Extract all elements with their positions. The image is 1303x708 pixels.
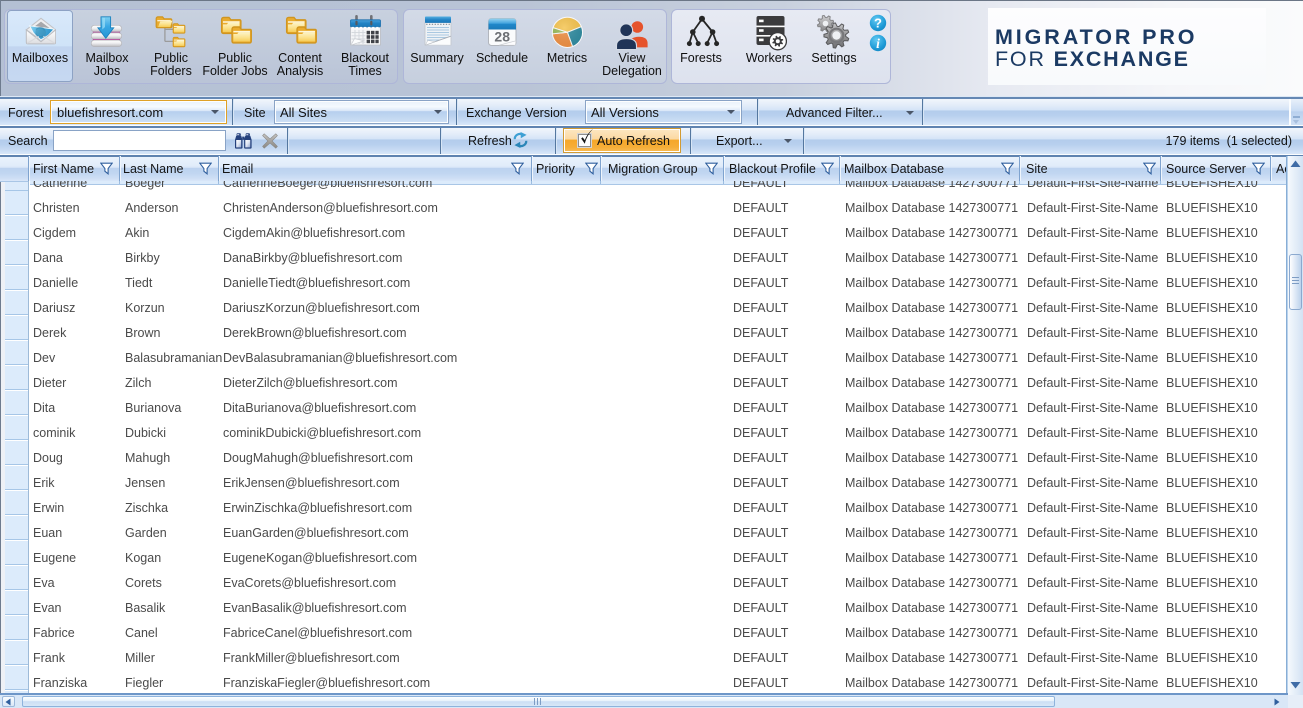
- svg-text:?: ?: [874, 16, 882, 31]
- svg-text:i: i: [876, 36, 880, 51]
- svg-text:28: 28: [494, 29, 510, 45]
